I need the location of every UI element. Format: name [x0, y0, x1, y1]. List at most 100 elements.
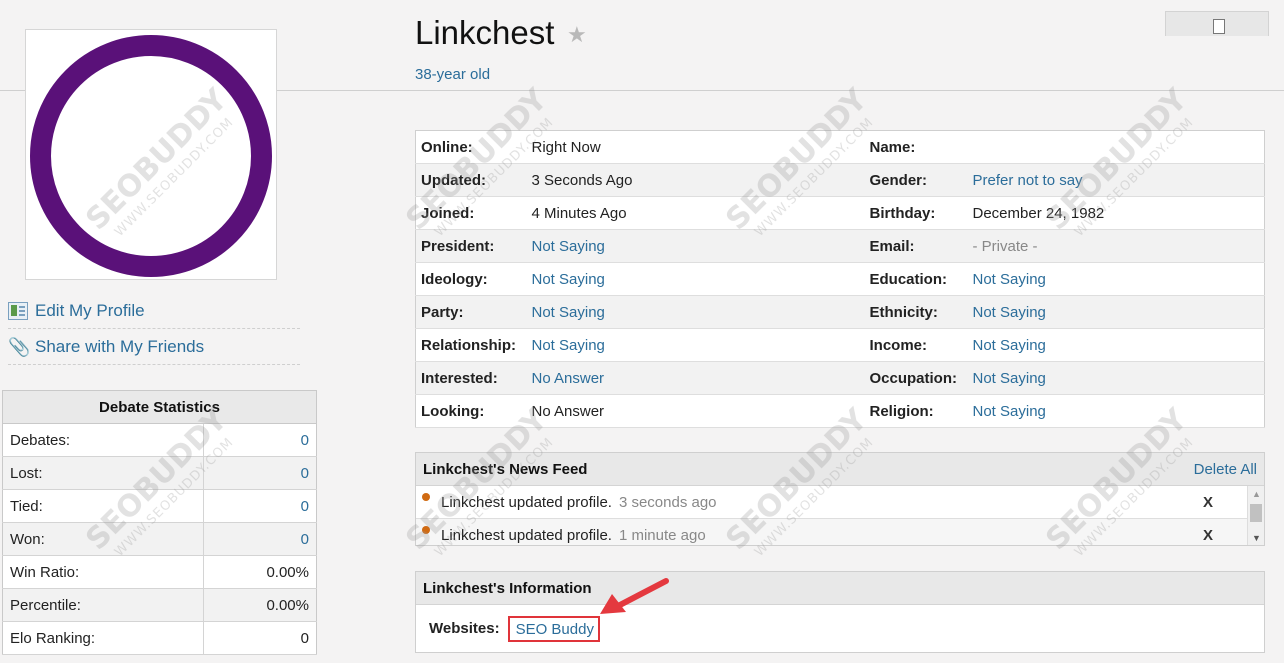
avatar[interactable]: [25, 29, 277, 280]
stats-value[interactable]: 0: [203, 489, 317, 523]
info-value[interactable]: Not Saying: [967, 295, 1265, 329]
stats-label: Won:: [2, 522, 204, 556]
info-label: Religion:: [864, 394, 968, 428]
info-value[interactable]: Not Saying: [526, 229, 865, 263]
news-feed-header: Linkchest's News Feed Delete All: [416, 453, 1264, 486]
info-value[interactable]: Not Saying: [526, 328, 865, 362]
info-label: Birthday:: [864, 196, 968, 230]
info-value: 4 Minutes Ago: [526, 196, 865, 230]
info-value[interactable]: Not Saying: [967, 328, 1265, 362]
scroll-down-icon[interactable]: ▼: [1252, 533, 1261, 543]
info-label: Income:: [864, 328, 968, 362]
document-icon: [1213, 19, 1225, 34]
info-value[interactable]: Not Saying: [526, 295, 865, 329]
info-row: Ideology: Not Saying Education: Not Saying: [415, 262, 1265, 296]
info-label: Joined:: [415, 196, 527, 230]
info-row: Party: Not Saying Ethnicity: Not Saying: [415, 295, 1265, 329]
info-value: 3 Seconds Ago: [526, 163, 865, 197]
info-value[interactable]: Not Saying: [967, 361, 1265, 395]
scroll-up-icon[interactable]: ▲: [1252, 489, 1261, 499]
info-row: Interested: No Answer Occupation: Not Sayin…: [415, 361, 1265, 395]
stats-value[interactable]: 0: [203, 456, 317, 490]
stats-value[interactable]: 0: [203, 423, 317, 457]
info-label: Email:: [864, 229, 968, 263]
website-highlight-box: SEO Buddy: [507, 615, 600, 642]
stats-value[interactable]: 0: [203, 522, 317, 556]
info-label: Occupation:: [864, 361, 968, 395]
info-label: Party:: [415, 295, 527, 329]
websites-label: Websites:: [429, 620, 500, 637]
stats-label: Debates:: [2, 423, 204, 457]
stats-label: Lost:: [2, 456, 204, 490]
info-value: Right Now: [526, 130, 865, 164]
bullet-icon: [422, 526, 430, 534]
scroll-thumb[interactable]: [1250, 504, 1262, 522]
info-label: Relationship:: [415, 328, 527, 362]
remove-feed-button[interactable]: X: [1203, 494, 1213, 511]
info-row: Joined: 4 Minutes Ago Birthday: December 24…: [415, 196, 1265, 230]
avatar-ring-image: [30, 35, 272, 277]
info-value[interactable]: Not Saying: [967, 262, 1265, 296]
stats-row: Debates: 0: [2, 423, 317, 457]
profile-card-icon: [8, 301, 28, 320]
info-label: Interested:: [415, 361, 527, 395]
info-label: Online:: [415, 130, 527, 164]
stats-label: Percentile:: [2, 588, 204, 622]
info-row: President: Not Saying Email: - Private -: [415, 229, 1265, 263]
bullet-icon: [422, 493, 430, 501]
information-header: Linkchest's Information: [416, 572, 1264, 605]
feed-text: Linkchest updated profile.: [441, 493, 612, 511]
info-value[interactable]: Not Saying: [967, 394, 1265, 428]
feed-scrollbar[interactable]: ▲ ▼: [1247, 486, 1264, 545]
paperclip-icon: 📎: [8, 336, 31, 357]
debate-statistics-table: Debate Statistics Debates: 0 Lost: 0 Tied: 0 W…: [2, 390, 317, 655]
remove-feed-button[interactable]: X: [1203, 527, 1213, 544]
info-label: Gender:: [864, 163, 968, 197]
feed-text: Linkchest updated profile.: [441, 526, 612, 544]
edit-profile-link[interactable]: Edit My Profile: [8, 293, 300, 329]
info-value: [967, 130, 1265, 164]
star-icon[interactable]: ★: [567, 22, 587, 48]
info-value: - Private -: [967, 229, 1265, 263]
profile-info-table: Online: Right Now Name: Updated: 3 Seconds A…: [415, 130, 1265, 428]
info-row: Online: Right Now Name:: [415, 130, 1265, 164]
stats-row: Win Ratio: 0.00%: [2, 555, 317, 589]
edit-profile-label[interactable]: Edit My Profile: [35, 301, 145, 321]
stats-row: Tied: 0: [2, 489, 317, 523]
feed-time: 3 seconds ago: [618, 493, 717, 511]
info-row: Updated: 3 Seconds Ago Gender: Prefer not t…: [415, 163, 1265, 197]
info-label: Looking:: [415, 394, 527, 428]
annotation-arrow-icon: [600, 578, 669, 614]
stats-row: Percentile: 0.00%: [2, 588, 317, 622]
websites-row: Websites: SEO Buddy: [416, 605, 1264, 652]
stats-row: Lost: 0: [2, 456, 317, 490]
info-label: Ideology:: [415, 262, 527, 296]
website-link[interactable]: SEO Buddy: [516, 621, 594, 638]
debate-statistics-title: Debate Statistics: [2, 390, 317, 424]
stats-value: 0.00%: [203, 588, 317, 622]
stats-value: 0: [203, 621, 317, 655]
information-panel: Linkchest's Information Websites: SEO Bu…: [415, 571, 1265, 653]
news-feed-title: Linkchest's News Feed: [423, 460, 588, 478]
info-value: No Answer: [526, 394, 865, 428]
stats-row: Elo Ranking: 0: [2, 621, 317, 655]
feed-item: Linkchest updated profile. 3 seconds ago X: [416, 486, 1264, 519]
share-friends-link[interactable]: 📎 Share with My Friends: [8, 329, 300, 365]
information-title: Linkchest's Information: [423, 579, 592, 597]
stats-value: 0.00%: [203, 555, 317, 589]
info-value[interactable]: No Answer: [526, 361, 865, 395]
info-value[interactable]: Not Saying: [526, 262, 865, 296]
page-title: Linkchest: [415, 14, 555, 51]
delete-all-link[interactable]: Delete All: [1194, 461, 1257, 478]
info-label: Education:: [864, 262, 968, 296]
share-friends-label[interactable]: Share with My Friends: [35, 337, 204, 357]
news-feed-panel: Linkchest's News Feed Delete All Linkche…: [415, 452, 1265, 546]
news-feed-list[interactable]: Linkchest updated profile. 3 seconds ago X…: [416, 486, 1264, 545]
info-label: Name:: [864, 130, 968, 164]
document-button[interactable]: [1165, 11, 1269, 36]
info-label: President:: [415, 229, 527, 263]
feed-time: 1 minute ago: [618, 526, 706, 544]
info-value[interactable]: Prefer not to say: [967, 163, 1265, 197]
feed-item: Linkchest updated profile. 1 minute ago X: [416, 519, 1264, 545]
age-link[interactable]: 38-year old: [415, 66, 490, 83]
